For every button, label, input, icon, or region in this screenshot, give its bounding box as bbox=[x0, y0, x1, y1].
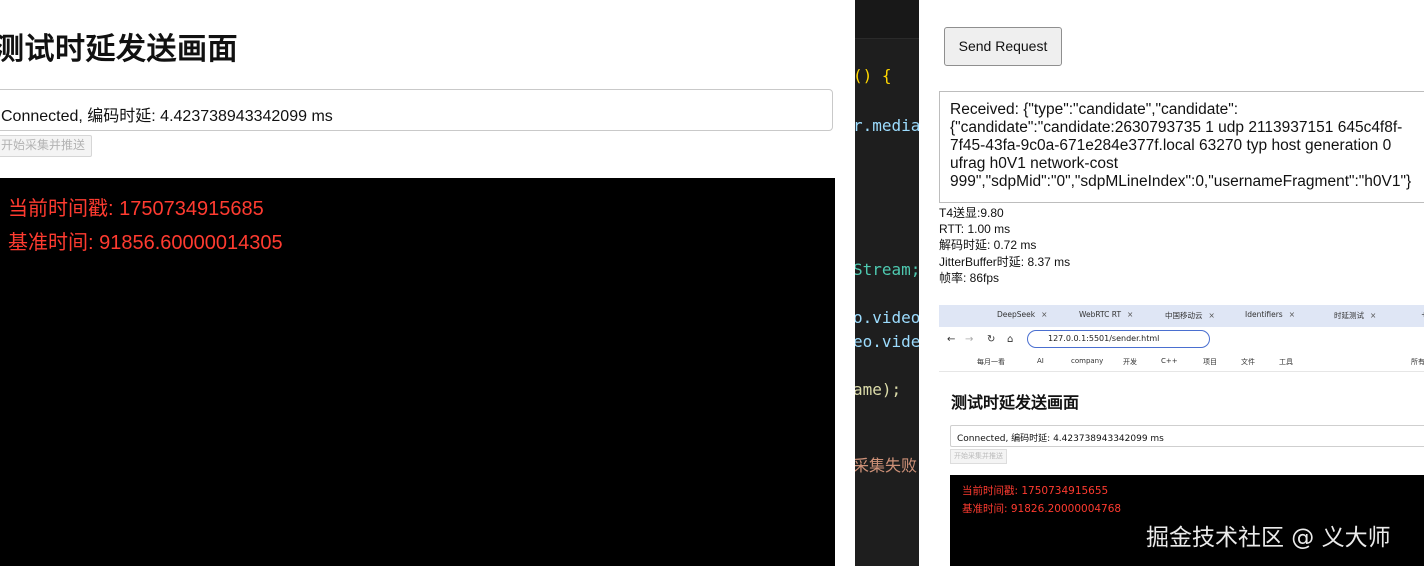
bookmark-item[interactable]: 开发 bbox=[1123, 357, 1137, 367]
send-request-button[interactable]: Send Request bbox=[944, 27, 1062, 66]
browser-tab[interactable]: 中国移动云 × bbox=[1165, 310, 1215, 321]
status-field: Connected, 编码时延: 4.423738943342099 ms bbox=[0, 89, 833, 131]
close-icon: × bbox=[1041, 310, 1048, 319]
bookmark-item[interactable]: C++ bbox=[1161, 357, 1178, 365]
status-text: Connected, 编码时延: 4.423738943342099 ms bbox=[957, 434, 1164, 444]
stats-panel: T4送显:9.80 RTT: 1.00 ms 解码时延: 0.72 ms Jit… bbox=[939, 205, 1070, 286]
received-textarea[interactable]: Received: {"type":"candidate","candidate… bbox=[939, 91, 1424, 203]
receiver-page-pane: Send Request Received: {"type":"candidat… bbox=[919, 0, 1424, 566]
forward-icon[interactable]: → bbox=[965, 334, 973, 345]
watermark: 掘金技术社区 @ 义大师 bbox=[1146, 525, 1391, 551]
bookmark-item[interactable]: 项目 bbox=[1203, 357, 1217, 367]
browser-tab[interactable]: DeepSeek × bbox=[997, 310, 1047, 319]
code-line: () { bbox=[855, 66, 892, 85]
address-bar[interactable]: 127.0.0.1:5501/sender.html bbox=[1027, 330, 1210, 348]
decode-latency-stat: 解码时延: 0.72 ms bbox=[939, 238, 1037, 253]
editor-tab-bar bbox=[855, 0, 919, 39]
sender-page-pane: 测试时延发送画面 Connected, 编码时延: 4.423738943342… bbox=[0, 0, 855, 566]
close-icon: × bbox=[1127, 310, 1134, 319]
reload-icon[interactable]: ↻ bbox=[987, 334, 995, 345]
rtt-stat: RTT: 1.00 ms bbox=[939, 222, 1011, 237]
bookmark-item[interactable]: company bbox=[1071, 357, 1103, 365]
code-line: Stream; bbox=[855, 260, 919, 279]
bookmark-item[interactable]: 文件 bbox=[1241, 357, 1255, 367]
close-icon: × bbox=[1208, 311, 1215, 320]
bookmarks-bar: 每月一看 AI company 开发 C++ 项目 文件 工具 所有书 bbox=[939, 353, 1424, 372]
fps-stat: 帧率: 86fps bbox=[939, 270, 1000, 285]
timestamp-overlay: 当前时间戳: 1750734915685 bbox=[8, 198, 264, 220]
back-icon[interactable]: ← bbox=[947, 334, 955, 345]
home-icon[interactable]: ⌂ bbox=[1007, 334, 1013, 345]
bookmark-item[interactable]: 所有书 bbox=[1411, 357, 1424, 367]
page-title: 测试时延发送画面 bbox=[951, 393, 1080, 412]
close-icon: × bbox=[1288, 310, 1295, 319]
address-text: 127.0.0.1:5501/sender.html bbox=[1048, 334, 1160, 343]
close-icon: × bbox=[1370, 311, 1377, 320]
code-line: r.media bbox=[855, 116, 919, 135]
code-line: ame); bbox=[855, 380, 902, 399]
browser-tab[interactable]: 时延测试 × bbox=[1334, 310, 1376, 321]
status-text: Connected, 编码时延: 4.423738943342099 ms bbox=[1, 108, 333, 125]
jitter-buffer-stat: JitterBuffer时延: 8.37 ms bbox=[939, 254, 1071, 269]
bookmark-item[interactable]: 工具 bbox=[1279, 357, 1293, 367]
start-capture-button: 开始采集并推送 bbox=[950, 449, 1007, 464]
code-line: 采集失败 bbox=[855, 456, 918, 475]
base-time-overlay: 基准时间: 91856.60000014305 bbox=[8, 232, 283, 254]
t4-display-stat: T4送显:9.80 bbox=[939, 206, 1004, 220]
browser-tab-bar: DeepSeek × WebRTC RT × 中国移动云 × Identifiers ×… bbox=[939, 305, 1424, 327]
code-editor-strip: () { r.media Stream; o.video eo.vide ame… bbox=[855, 0, 919, 566]
start-capture-button[interactable]: 开始采集并推送 bbox=[0, 135, 93, 157]
browser-tab[interactable]: Identifiers × bbox=[1245, 310, 1295, 319]
status-field: Connected, 编码时延: 4.423738943342099 ms bbox=[950, 425, 1424, 447]
code-line: o.video bbox=[855, 308, 919, 327]
page-title: 测试时延发送画面 bbox=[0, 32, 238, 67]
browser-tab[interactable]: WebRTC RT × bbox=[1079, 310, 1133, 319]
bookmark-item[interactable]: AI bbox=[1037, 357, 1044, 365]
bookmark-item[interactable]: 每月一看 bbox=[977, 357, 1005, 367]
timestamp-overlay: 当前时间戳: 1750734915655 bbox=[962, 485, 1109, 497]
code-line: eo.vide bbox=[855, 332, 919, 351]
base-time-overlay: 基准时间: 91826.20000004768 bbox=[962, 503, 1122, 515]
